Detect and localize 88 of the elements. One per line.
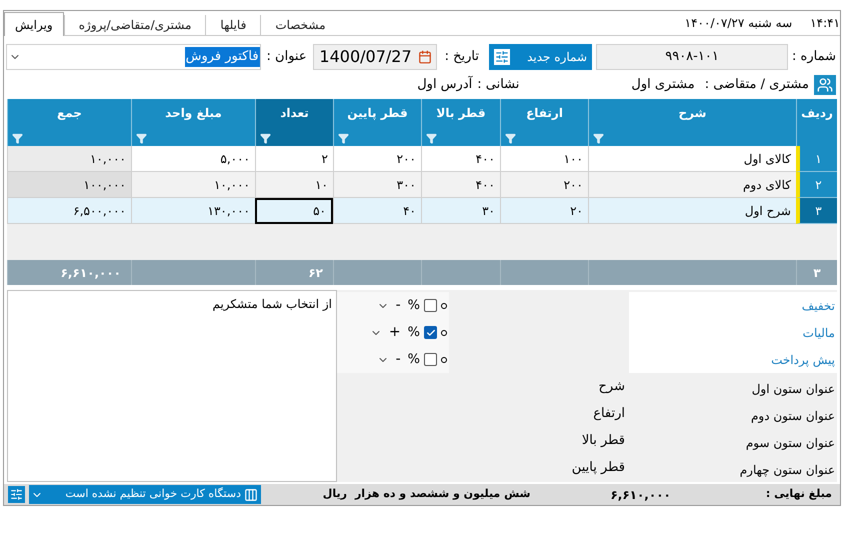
column-header[interactable]: ردیف — [796, 99, 837, 146]
column-title-label: عنوان ستون اول — [750, 381, 836, 398]
tab[interactable]: ویرایش — [4, 12, 64, 36]
table-cell: ۶,۵۰۰,۰۰۰ — [7, 198, 131, 224]
table-cell: ۵۰ — [255, 198, 333, 224]
operation-sign: - — [394, 350, 402, 369]
table-cell: ۲۰ — [500, 198, 588, 224]
new-number-button[interactable]: شماره جدید — [489, 44, 592, 70]
checkbox[interactable] — [424, 353, 437, 366]
number-field[interactable]: ۹۹۰۸-۱۰۱ — [596, 44, 788, 70]
total-cell: ۶۲ — [255, 260, 333, 285]
tab[interactable]: فایلها — [205, 15, 260, 35]
tab[interactable]: مشخصات — [260, 15, 340, 35]
amount-in-words: شش میلیون و ششصد و ده هزار — [354, 486, 530, 502]
number-label: شماره : — [792, 48, 837, 66]
title-combobox[interactable]: فاکتور فروش — [6, 44, 261, 70]
adjustment-link[interactable]: تخفیف — [800, 296, 837, 314]
current-date: سه شنبه ۱۴۰۰/۰۷/۲۷ — [684, 15, 792, 32]
row-number[interactable]: ۱ — [796, 146, 837, 172]
table-cell: کالای دوم — [588, 172, 796, 198]
total-cell: ۳ — [796, 260, 837, 285]
people-icon — [814, 75, 836, 95]
table-cell: ۳۰ — [421, 198, 500, 224]
title-label: عنوان : — [266, 48, 308, 66]
column-header[interactable]: قطر پایین — [333, 99, 421, 146]
table-cell: ۳۰۰ — [333, 172, 421, 198]
column-header[interactable]: تعداد — [255, 99, 333, 146]
checkbox[interactable] — [424, 299, 437, 312]
column-header[interactable]: شرح — [588, 99, 796, 146]
total-cell: ۶,۶۱۰,۰۰۰ — [7, 260, 131, 285]
table-cell: کالای اول — [588, 146, 796, 172]
column-title-value: قطر پایین — [570, 458, 626, 477]
table-cell: شرح اول — [588, 198, 796, 224]
filter-icon[interactable] — [426, 133, 437, 144]
table-cell: ۴۰۰ — [421, 172, 500, 198]
final-amount: ۶,۶۱۰,۰۰۰ — [610, 486, 671, 504]
table-cell: ۲ — [255, 146, 333, 172]
table-cell: ۱۳۰,۰۰۰ — [131, 198, 255, 224]
column-header[interactable]: قطر بالا — [421, 99, 500, 146]
row-number[interactable]: ۲ — [796, 172, 837, 198]
column-header[interactable]: ارتفاع — [500, 99, 588, 146]
card-reader-icon — [244, 488, 258, 502]
adjustment-link[interactable]: مالیات — [800, 324, 837, 342]
table-cell: ۵,۰۰۰ — [131, 146, 255, 172]
table-cell: ۲۰۰ — [333, 146, 421, 172]
table-cell: ۱۰۰ — [500, 146, 588, 172]
column-header[interactable]: جمع — [7, 99, 131, 146]
date-field[interactable]: 1400/07/27 — [312, 44, 437, 70]
table-cell: ۱۰,۰۰۰ — [7, 146, 131, 172]
operation-sign: - — [394, 296, 402, 315]
table-cell: ۱۰ — [255, 172, 333, 198]
checkbox[interactable] — [424, 326, 437, 339]
column-title-label: عنوان ستون چهارم — [738, 462, 836, 479]
customer-name: مشتری اول — [631, 76, 695, 94]
notes-textarea[interactable]: از انتخاب شما متشکریم — [7, 290, 337, 482]
column-title-label: عنوان ستون سوم — [744, 435, 836, 452]
filter-icon[interactable] — [260, 133, 271, 144]
table-cell: ۱۰۰,۰۰۰ — [7, 172, 131, 198]
date-label: تاریخ : — [444, 48, 480, 66]
filter-icon[interactable] — [593, 133, 604, 144]
table-cell: ۲۰۰ — [500, 172, 588, 198]
currency-label: ریال — [322, 486, 347, 502]
final-amount-label: مبلغ نهایی : — [766, 486, 832, 502]
percent-sign: % — [408, 324, 420, 342]
calendar-icon — [418, 50, 432, 64]
settings-icon[interactable] — [8, 486, 25, 503]
column-title-value: قطر بالا — [580, 432, 626, 450]
clock-time: ۱۴:۴۱ — [810, 15, 840, 32]
filter-icon[interactable] — [505, 133, 516, 144]
table-cell: ۱۰,۰۰۰ — [131, 172, 255, 198]
operation-sign: + — [388, 323, 402, 342]
column-title-value: شرح — [598, 378, 626, 396]
form-icon — [494, 49, 510, 65]
column-title-label: عنوان ستون دوم — [750, 408, 836, 425]
address-value: آدرس اول — [417, 75, 472, 94]
table-cell: ۴۰۰ — [421, 146, 500, 172]
filter-icon[interactable] — [338, 133, 349, 144]
card-reader-dropdown[interactable]: دستگاه کارت خوانی تنظیم نشده است — [29, 485, 261, 504]
column-header[interactable]: مبلغ واحد — [131, 99, 255, 146]
percent-sign: % — [408, 350, 420, 369]
address-label: نشانی : — [477, 76, 520, 94]
column-title-value: ارتفاع — [592, 404, 626, 423]
filter-icon[interactable] — [12, 133, 23, 144]
customer-label: مشتری / متقاضی : — [704, 76, 809, 94]
percent-sign: % — [408, 296, 420, 315]
row-number[interactable]: ۳ — [796, 198, 837, 224]
filter-icon[interactable] — [136, 133, 147, 144]
table-cell: ۴۰ — [333, 198, 421, 224]
